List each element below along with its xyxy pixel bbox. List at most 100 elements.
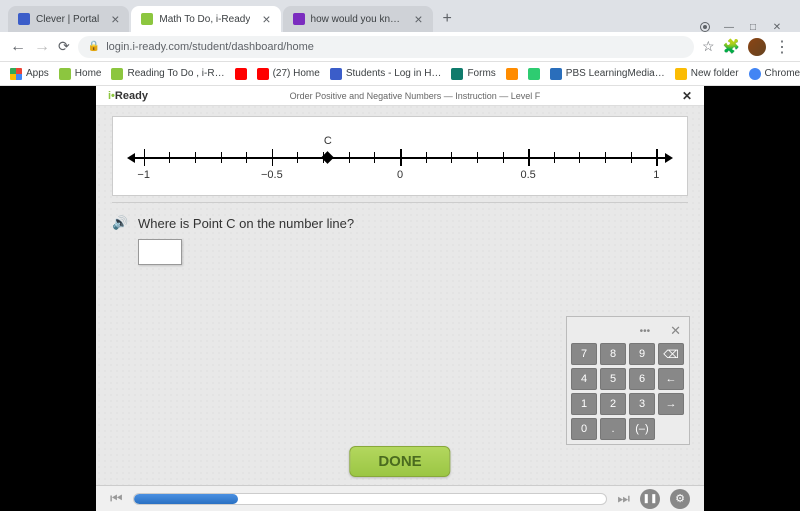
- tick: [297, 152, 298, 163]
- bookmark-forms[interactable]: Forms: [451, 68, 495, 80]
- question-text: Where is Point C on the number line?: [138, 216, 354, 231]
- tick: [374, 152, 375, 163]
- number-line-box: −1 −0.5 0 0.5 1 C: [112, 116, 688, 196]
- tab-title: Math To Do, i-Ready: [159, 14, 250, 25]
- bookmark-g[interactable]: [528, 68, 540, 80]
- tick: [528, 149, 530, 166]
- iready-logo: i•Ready: [108, 90, 148, 102]
- tick-label: 0: [397, 169, 403, 181]
- key-1[interactable]: 1: [571, 393, 597, 415]
- bottom-bar: ⏮ ⏭ ❚❚ ⚙: [96, 485, 704, 511]
- apps-button[interactable]: Apps: [10, 68, 49, 80]
- key-4[interactable]: 4: [571, 368, 597, 390]
- tick: [221, 152, 222, 163]
- key-right[interactable]: →: [658, 393, 684, 415]
- keypad: ••• ✕ 7 8 9 ⌫ 4 5 6 ← 1 2 3 → 0: [566, 316, 690, 445]
- key-backspace[interactable]: ⌫: [658, 343, 684, 365]
- key-7[interactable]: 7: [571, 343, 597, 365]
- close-window-icon[interactable]: ✕: [772, 22, 782, 32]
- key-8[interactable]: 8: [600, 343, 626, 365]
- extension-icon[interactable]: 🧩: [723, 38, 740, 55]
- bookmarks-bar: Apps Home Reading To Do , i-R… (27) Home…: [0, 62, 800, 86]
- address-bar[interactable]: 🔒 login.i-ready.com/student/dashboard/ho…: [78, 36, 694, 58]
- favicon-icon: [18, 13, 30, 25]
- tab-iready[interactable]: Math To Do, i-Ready ×: [131, 6, 280, 32]
- reload-button[interactable]: ⟳: [58, 38, 70, 55]
- lock-icon: 🔒: [88, 41, 100, 52]
- menu-button[interactable]: ⋮: [774, 37, 790, 57]
- question-row: 🔊 Where is Point C on the number line?: [112, 215, 688, 231]
- lesson-title: Order Positive and Negative Numbers — In…: [148, 91, 682, 101]
- tick: [195, 152, 196, 163]
- key-decimal[interactable]: .: [600, 418, 626, 440]
- close-icon[interactable]: ×: [414, 11, 422, 27]
- tick: [169, 152, 170, 163]
- minimize-icon[interactable]: —: [724, 22, 734, 32]
- bookmark-icon: [749, 68, 761, 80]
- apps-icon: [10, 68, 22, 80]
- tick-label: 0.5: [521, 169, 536, 181]
- keypad-drag-icon[interactable]: •••: [640, 326, 651, 337]
- key-0[interactable]: 0: [571, 418, 597, 440]
- bookmark-star-icon[interactable]: ☆: [702, 38, 715, 55]
- avatar[interactable]: [748, 38, 766, 56]
- keypad-grid: 7 8 9 ⌫ 4 5 6 ← 1 2 3 → 0 . (–): [571, 343, 685, 440]
- key-6[interactable]: 6: [629, 368, 655, 390]
- tick: [349, 152, 350, 163]
- pause-button[interactable]: ❚❚: [640, 489, 660, 509]
- forward-button[interactable]: →: [34, 38, 50, 56]
- answer-input[interactable]: [138, 239, 182, 265]
- key-9[interactable]: 9: [629, 343, 655, 365]
- number-line: −1 −0.5 0 0.5 1 C: [133, 135, 667, 183]
- bookmark-icon: [235, 68, 247, 80]
- tab-yahoo[interactable]: how would you know if you got ×: [283, 6, 433, 32]
- skip-end-button[interactable]: ⏭: [617, 490, 630, 507]
- tick: [631, 152, 632, 163]
- back-button[interactable]: ←: [10, 38, 26, 56]
- bookmark-icon: [675, 68, 687, 80]
- key-5[interactable]: 5: [600, 368, 626, 390]
- bookmark-pbs[interactable]: PBS LearningMedia…: [550, 68, 665, 80]
- close-icon[interactable]: ×: [111, 11, 119, 27]
- maximize-icon[interactable]: □: [748, 22, 758, 32]
- settings-button[interactable]: ⚙: [670, 489, 690, 509]
- done-button[interactable]: DONE: [349, 446, 450, 477]
- progress-fill: [134, 494, 238, 504]
- key-2[interactable]: 2: [600, 393, 626, 415]
- bookmark-newfolder[interactable]: New folder: [675, 68, 739, 80]
- bookmark-reading[interactable]: Reading To Do , i-R…: [111, 68, 224, 80]
- bookmark-chromews[interactable]: Chrome Web Store: [749, 68, 800, 80]
- divider: [112, 202, 688, 203]
- new-tab-button[interactable]: +: [435, 6, 460, 32]
- iready-app: i•Ready Order Positive and Negative Numb…: [96, 86, 704, 511]
- bookmark-icon: [59, 68, 71, 80]
- bookmark-icon: [528, 68, 540, 80]
- key-3[interactable]: 3: [629, 393, 655, 415]
- close-lesson-button[interactable]: ✕: [682, 89, 692, 103]
- tick: [272, 149, 274, 166]
- bookmark-students[interactable]: Students - Log in H…: [330, 68, 442, 80]
- tick: [144, 149, 146, 166]
- record-icon[interactable]: [700, 22, 710, 32]
- point-c-label: C: [324, 135, 332, 147]
- tick: [605, 152, 606, 163]
- app-header: i•Ready Order Positive and Negative Numb…: [96, 86, 704, 106]
- bookmark-icon: [330, 68, 342, 80]
- bookmark-f[interactable]: [506, 68, 518, 80]
- bookmark-27home[interactable]: (27) Home: [257, 68, 320, 80]
- key-left[interactable]: ←: [658, 368, 684, 390]
- progress-bar[interactable]: [133, 493, 608, 505]
- tick: [554, 152, 555, 163]
- key-negative[interactable]: (–): [629, 418, 655, 440]
- skip-start-button[interactable]: ⏮: [110, 490, 123, 507]
- speaker-icon[interactable]: 🔊: [112, 215, 128, 231]
- tab-clever[interactable]: Clever | Portal ×: [8, 6, 129, 32]
- bookmark-yt[interactable]: [235, 68, 247, 80]
- tick: [656, 149, 658, 166]
- tick: [477, 152, 478, 163]
- keypad-close-button[interactable]: ✕: [670, 323, 681, 339]
- close-icon[interactable]: ×: [262, 11, 270, 27]
- browser-titlebar: Clever | Portal × Math To Do, i-Ready × …: [0, 0, 800, 32]
- window-controls: — □ ✕: [690, 22, 792, 32]
- bookmark-home[interactable]: Home: [59, 68, 102, 80]
